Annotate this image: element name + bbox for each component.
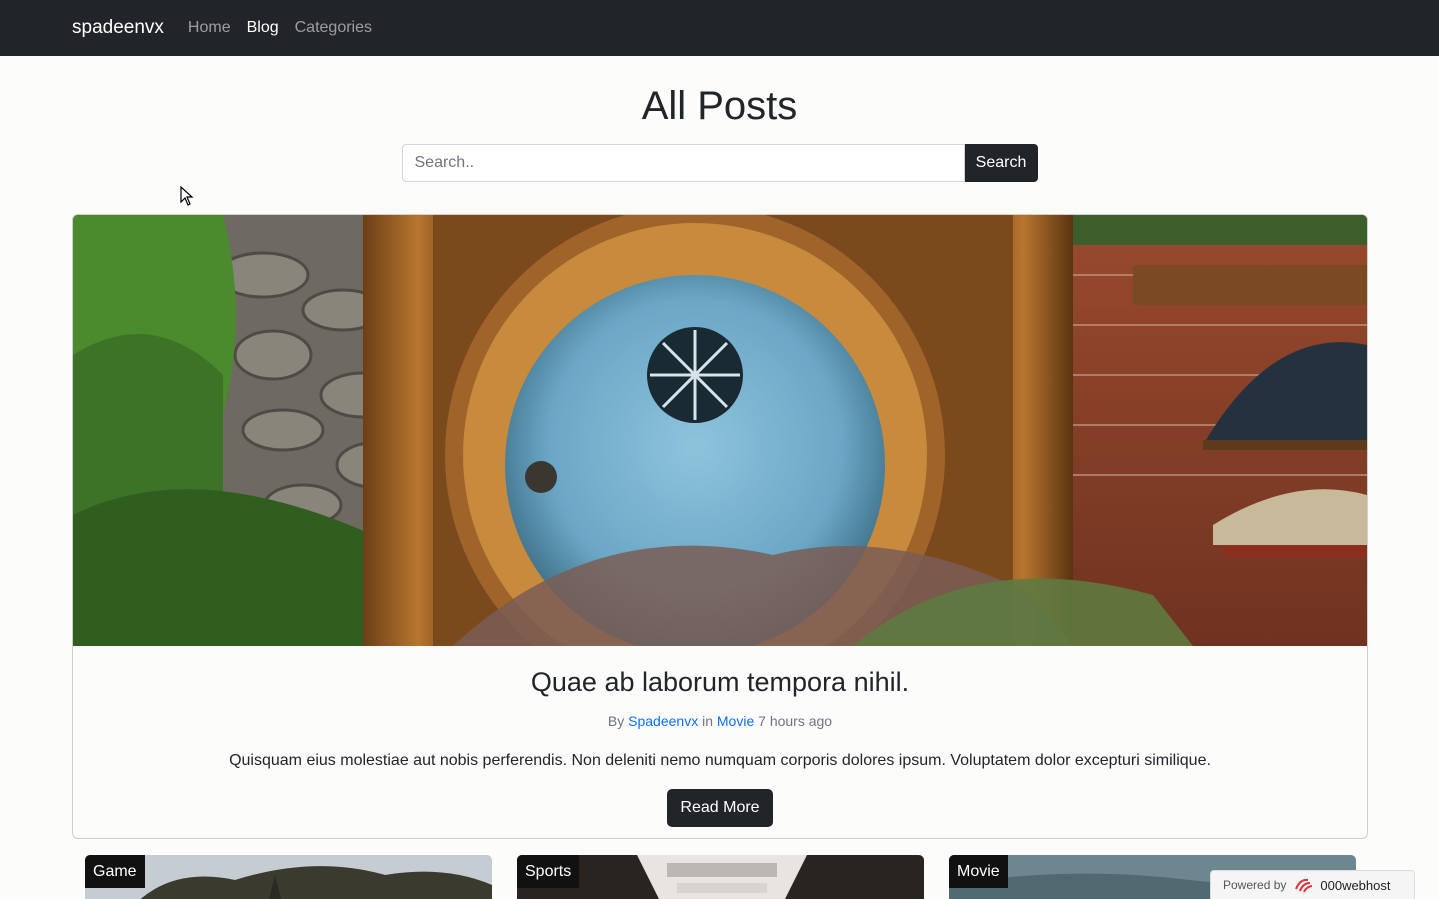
post-card-game[interactable]: Game: [85, 855, 492, 899]
post-card-sports[interactable]: Sports: [517, 855, 924, 899]
hobbit-door-image[interactable]: [73, 215, 1367, 646]
search-form: Search: [0, 144, 1439, 182]
category-badge: Movie: [949, 855, 1008, 888]
mouse-cursor-icon: [180, 186, 194, 206]
meta-in-label: in: [702, 713, 713, 729]
read-more-button[interactable]: Read More: [667, 789, 773, 827]
featured-post-card: Quae ab laborum tempora nihil. By Spadee…: [72, 214, 1368, 839]
post-card-image: [85, 855, 492, 899]
category-badge: Sports: [517, 855, 580, 888]
meta-by-label: By: [607, 713, 625, 729]
brand-link[interactable]: spadeenvx: [72, 17, 164, 39]
top-navbar: spadeenvx Home Blog Categories: [0, 0, 1439, 56]
webhost-brand: 000webhost: [1320, 877, 1391, 893]
post-time: 7 hours ago: [758, 713, 833, 729]
category-link[interactable]: Movie: [717, 713, 754, 729]
nav-home-link[interactable]: Home: [188, 19, 231, 37]
author-link[interactable]: Spadeenvx: [628, 713, 698, 729]
featured-post-body: Quae ab laborum tempora nihil. By Spadee…: [73, 666, 1367, 827]
category-badge: Game: [85, 855, 145, 888]
powered-by-label: Powered by: [1223, 878, 1287, 892]
post-title[interactable]: Quae ab laborum tempora nihil.: [73, 666, 1367, 698]
nav-categories-link[interactable]: Categories: [295, 19, 372, 37]
search-button[interactable]: Search: [964, 144, 1038, 182]
webhost-logo-icon: [1294, 877, 1316, 893]
powered-by-badge[interactable]: Powered by 000webhost: [1210, 870, 1415, 899]
post-excerpt: Quisquam eius molestiae aut nobis perfer…: [229, 752, 1211, 769]
page-title: All Posts: [641, 84, 798, 128]
post-meta: By Spadeenvx in Movie 7 hours ago: [73, 712, 1367, 730]
nav-blog-link[interactable]: Blog: [247, 19, 279, 37]
search-input[interactable]: [401, 144, 965, 182]
